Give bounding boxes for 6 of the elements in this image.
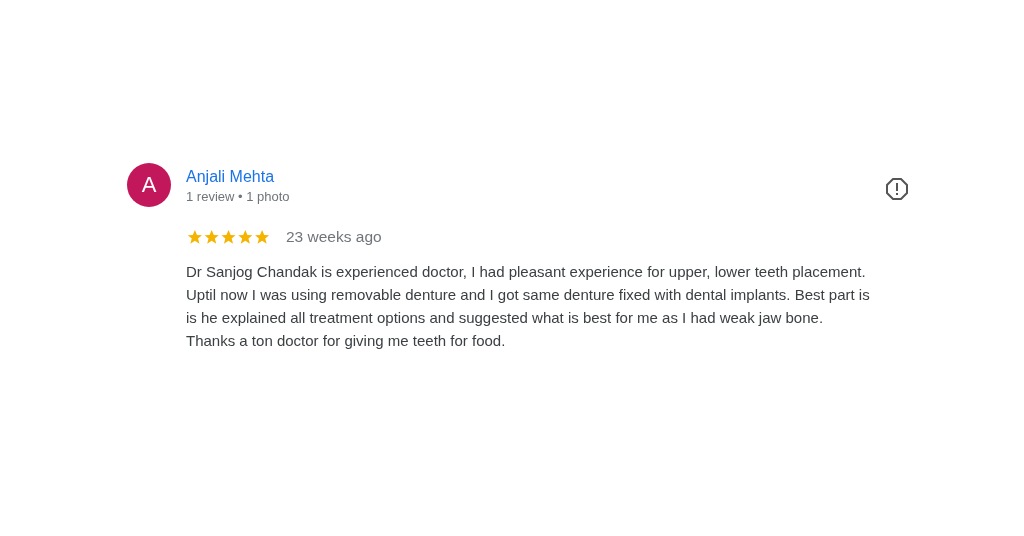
review-text: Dr Sanjog Chandak is experienced doctor, I had pleasant experience for upper, lower teeth placement. Uptil now I was using removable denture and I got same denture fixed with dental implants. Best part is is he explained all treatment options and suggested what is best for me as I had weak jaw bone. Thanks a ton doctor for giving me teeth for food. (186, 262, 871, 351)
author-name[interactable]: Anjali Mehta (186, 167, 885, 187)
review-count: 1 review • 1 photo (186, 188, 291, 206)
review-time: 23 weeks ago (286, 228, 382, 246)
avatar: A (127, 163, 171, 207)
report-icon[interactable] (885, 177, 909, 201)
